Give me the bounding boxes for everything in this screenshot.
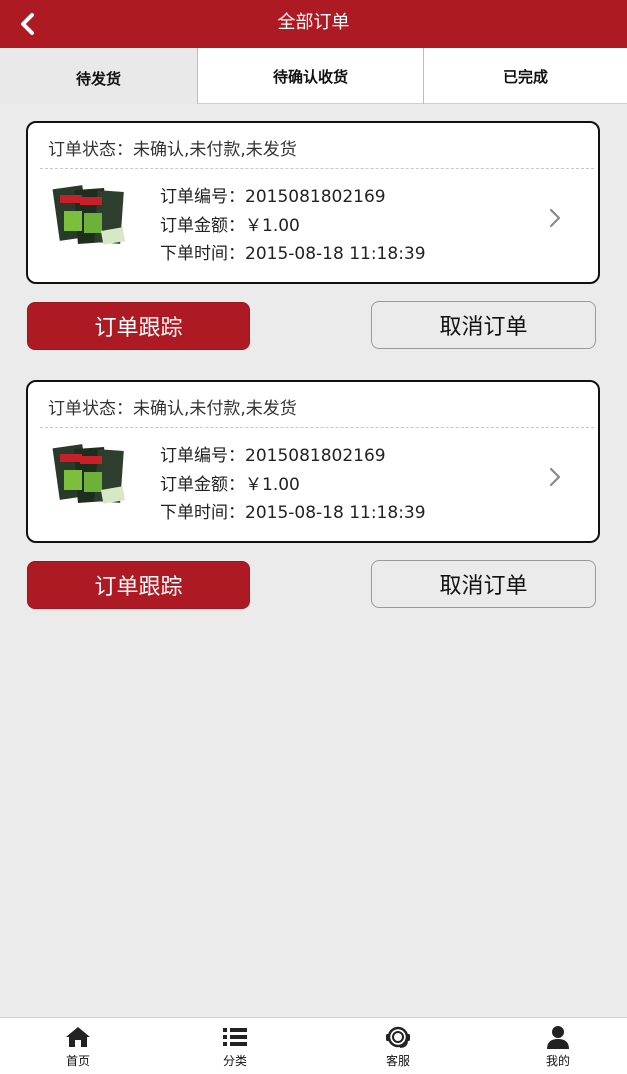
order-info: 订单编号：2015081802169 订单金额：￥1.00 下单时间：2015-… [160,183,426,269]
bottom-nav: 首页 分类 客服 我的 [0,1017,627,1074]
cancel-order-button[interactable]: 取消订单 [371,301,596,349]
product-thumbnail [52,185,126,245]
chevron-right-icon [549,467,561,487]
order-amount: 订单金额：￥1.00 [160,474,300,495]
order-time: 下单时间：2015-08-18 11:18:39 [160,503,426,523]
nav-label: 分类 [222,1054,247,1068]
tab-pending-receipt[interactable]: 待确认收货 [198,48,424,104]
order-status: 订单状态：未确认,未付款,未发货 [48,140,297,160]
nav-customer-service[interactable]: 客服 [358,1018,438,1074]
track-order-button[interactable]: 订单跟踪 [27,561,250,609]
nav-home[interactable]: 首页 [38,1018,118,1074]
divider [40,427,594,428]
nav-label: 首页 [65,1054,90,1068]
order-card[interactable]: 订单状态：未确认,未付款,未发货 订单编号：2015081802169 订单金额… [26,121,600,284]
headset-icon [386,1026,410,1048]
top-bar: 全部订单 [0,0,627,48]
divider [40,168,594,169]
nav-category[interactable]: 分类 [195,1018,275,1074]
home-icon [66,1027,90,1047]
order-number: 订单编号：2015081802169 [160,187,386,207]
user-icon [547,1026,569,1049]
chevron-right-icon [549,208,561,228]
list-icon [223,1028,247,1046]
order-card[interactable]: 订单状态：未确认,未付款,未发货 订单编号：2015081802169 订单金额… [26,380,600,543]
track-order-button[interactable]: 订单跟踪 [27,302,250,350]
cancel-order-button[interactable]: 取消订单 [371,560,596,608]
product-thumbnail [52,444,126,504]
tab-pending-shipment[interactable]: 待发货 [0,48,198,104]
order-tabs: 待发货 待确认收货 已完成 [0,48,627,104]
order-amount: 订单金额：￥1.00 [160,215,300,236]
tab-completed[interactable]: 已完成 [424,48,627,104]
nav-profile[interactable]: 我的 [518,1018,598,1074]
order-time: 下单时间：2015-08-18 11:18:39 [160,244,426,264]
order-number: 订单编号：2015081802169 [160,446,386,466]
order-info: 订单编号：2015081802169 订单金额：￥1.00 下单时间：2015-… [160,442,426,528]
page-title: 全部订单 [277,12,350,33]
nav-label: 我的 [545,1054,570,1068]
nav-label: 客服 [385,1054,410,1068]
order-status: 订单状态：未确认,未付款,未发货 [48,399,297,419]
